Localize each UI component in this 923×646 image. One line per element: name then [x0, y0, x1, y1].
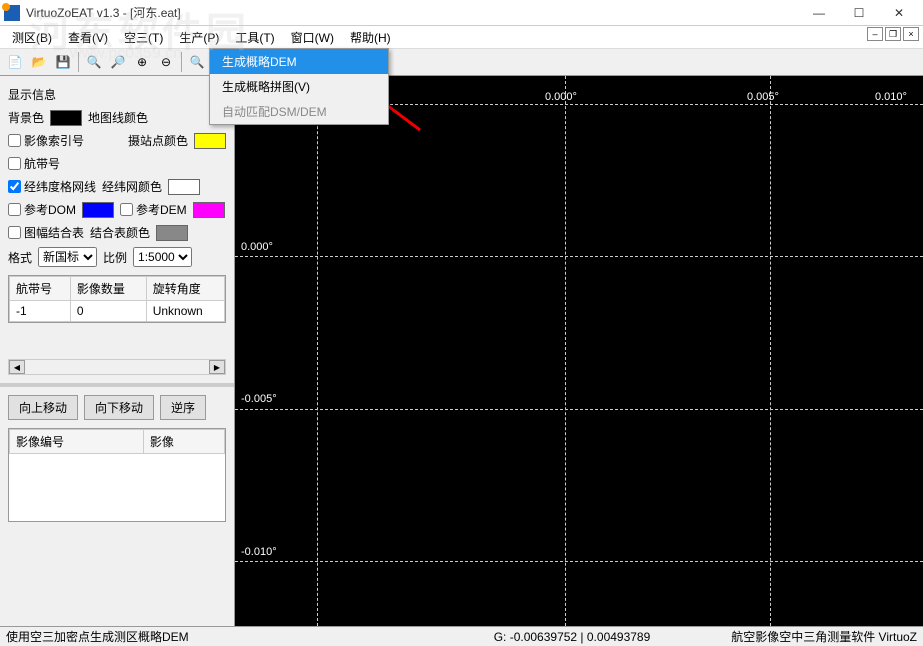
dropdown-auto-match: 自动匹配DSM/DEM — [210, 99, 388, 124]
gridline-v — [770, 76, 771, 626]
col-image-id: 影像编号 — [10, 430, 144, 454]
y-tick-0: 0.000° — [241, 241, 273, 253]
gridline-h — [235, 256, 923, 257]
col-rotation: 旋转角度 — [146, 277, 224, 301]
bg-color-label: 背景色 — [8, 109, 44, 126]
zoom-in-icon[interactable]: 🔍 — [83, 51, 105, 73]
ref-dem-checkbox[interactable]: 参考DEM — [120, 201, 187, 218]
map-line-color-label: 地图线颜色 — [88, 109, 148, 126]
gridline-v — [317, 76, 318, 626]
save-icon[interactable]: 💾 — [52, 51, 74, 73]
zoom-sel-icon[interactable]: 🔍 — [186, 51, 208, 73]
status-coords: G: -0.00639752 | 0.00493789 — [447, 630, 697, 644]
new-icon[interactable]: 📄 — [4, 51, 26, 73]
cell-rot: Unknown — [146, 301, 224, 322]
col-strip-no: 航带号 — [10, 277, 71, 301]
gridline-h — [235, 409, 923, 410]
scroll-right-icon[interactable]: ▶ — [209, 360, 225, 374]
panel-divider — [0, 383, 234, 387]
map-viewport[interactable]: 0.000° 0.005° 0.010° 0.000° -0.005° -0.0… — [235, 76, 923, 626]
zoom-out-icon[interactable]: 🔎 — [107, 51, 129, 73]
move-up-button[interactable]: 向上移动 — [8, 395, 78, 420]
strip-table: 航带号 影像数量 旋转角度 -1 0 Unknown — [8, 275, 226, 323]
image-table: 影像编号 影像 — [8, 428, 226, 522]
status-hint: 使用空三加密点生成测区概略DEM — [6, 628, 447, 645]
col-image-count: 影像数量 — [70, 277, 146, 301]
gridline-h — [235, 561, 923, 562]
sheet-color-label: 结合表颜色 — [90, 224, 150, 241]
status-appname: 航空影像空中三角测量软件 VirtuoZ — [697, 628, 917, 645]
mdi-restore[interactable]: ❐ — [885, 27, 901, 41]
ref-dem-label: 参考DEM — [136, 201, 187, 218]
menu-view[interactable]: 查看(V) — [60, 27, 116, 48]
main-area: 显示信息 背景色 地图线颜色 影像索引号 摄站点颜色 航带号 经纬度格网线 经纬… — [0, 76, 923, 626]
strip-no-label: 航带号 — [24, 155, 60, 172]
format-label: 格式 — [8, 249, 32, 266]
zoom-fit-icon[interactable]: ⊕ — [131, 51, 153, 73]
mdi-controls: – ❐ × — [867, 27, 919, 41]
toolbar-separator — [78, 52, 79, 72]
image-index-label: 影像索引号 — [24, 132, 84, 149]
y-tick-1: -0.005° — [241, 393, 277, 405]
y-tick-2: -0.010° — [241, 546, 277, 558]
close-button[interactable]: ✕ — [879, 0, 919, 26]
menu-block[interactable]: 测区(B) — [4, 27, 60, 48]
cell-count: 0 — [70, 301, 146, 322]
col-image: 影像 — [143, 430, 224, 454]
horizontal-scrollbar[interactable]: ◀ ▶ — [8, 359, 226, 375]
ref-dom-label: 参考DOM — [24, 201, 76, 218]
menu-aerotri[interactable]: 空三(T) — [116, 27, 171, 48]
menu-tools[interactable]: 工具(T) — [227, 27, 282, 48]
sheet-table-checkbox[interactable]: 图幅结合表 — [8, 224, 84, 241]
station-color-swatch[interactable] — [194, 133, 226, 149]
menubar: 测区(B) 查看(V) 空三(T) 生产(P) 工具(T) 窗口(W) 帮助(H… — [0, 26, 923, 48]
lonlat-grid-checkbox[interactable]: 经纬度格网线 — [8, 178, 96, 195]
grid-color-label: 经纬网颜色 — [102, 178, 162, 195]
strip-no-checkbox[interactable]: 航带号 — [8, 155, 60, 172]
scale-select[interactable]: 1:5000 — [133, 247, 192, 267]
reverse-button[interactable]: 逆序 — [160, 395, 206, 420]
sidebar: 显示信息 背景色 地图线颜色 影像索引号 摄站点颜色 航带号 经纬度格网线 经纬… — [0, 76, 235, 626]
station-color-label: 摄站点颜色 — [128, 132, 188, 149]
sheet-table-label: 图幅结合表 — [24, 224, 84, 241]
titlebar: VirtuoZoEAT v1.3 - [河东.eat] — ☐ ✕ — [0, 0, 923, 26]
sheet-color-swatch[interactable] — [156, 225, 188, 241]
x-tick-2: 0.010° — [875, 91, 907, 103]
ref-dem-swatch[interactable] — [193, 202, 225, 218]
zoom-actual-icon[interactable]: ⊖ — [155, 51, 177, 73]
grid-color-swatch[interactable] — [168, 179, 200, 195]
lonlat-grid-label: 经纬度格网线 — [24, 178, 96, 195]
maximize-button[interactable]: ☐ — [839, 0, 879, 26]
x-tick-0: 0.000° — [545, 91, 577, 103]
format-select[interactable]: 新国标 — [38, 247, 97, 267]
open-icon[interactable]: 📂 — [28, 51, 50, 73]
table-row[interactable]: -1 0 Unknown — [10, 301, 225, 322]
image-index-checkbox[interactable]: 影像索引号 — [8, 132, 84, 149]
scale-label: 比例 — [103, 249, 127, 266]
gridline-v — [565, 76, 566, 626]
menu-produce[interactable]: 生产(P) — [171, 27, 227, 48]
ref-dom-swatch[interactable] — [82, 202, 114, 218]
cell-strip: -1 — [10, 301, 71, 322]
mdi-close[interactable]: × — [903, 27, 919, 41]
menu-window[interactable]: 窗口(W) — [283, 27, 342, 48]
app-icon — [4, 5, 20, 21]
ref-dom-checkbox[interactable]: 参考DOM — [8, 201, 76, 218]
minimize-button[interactable]: — — [799, 0, 839, 26]
move-down-button[interactable]: 向下移动 — [84, 395, 154, 420]
mdi-minimize[interactable]: – — [867, 27, 883, 41]
x-tick-1: 0.005° — [747, 91, 779, 103]
toolbar: 📄 📂 💾 🔍 🔎 ⊕ ⊖ 🔍 — [0, 48, 923, 76]
window-title: VirtuoZoEAT v1.3 - [河东.eat] — [26, 4, 799, 21]
produce-dropdown: 生成概略DEM 生成概略拼图(V) 自动匹配DSM/DEM — [209, 48, 389, 125]
statusbar: 使用空三加密点生成测区概略DEM G: -0.00639752 | 0.0049… — [0, 626, 923, 646]
dropdown-gen-mosaic[interactable]: 生成概略拼图(V) — [210, 74, 388, 99]
bg-color-swatch[interactable] — [50, 110, 82, 126]
display-info-header: 显示信息 — [8, 86, 226, 103]
toolbar-separator — [181, 52, 182, 72]
dropdown-gen-dem[interactable]: 生成概略DEM — [210, 49, 388, 74]
scroll-left-icon[interactable]: ◀ — [9, 360, 25, 374]
menu-help[interactable]: 帮助(H) — [342, 27, 399, 48]
